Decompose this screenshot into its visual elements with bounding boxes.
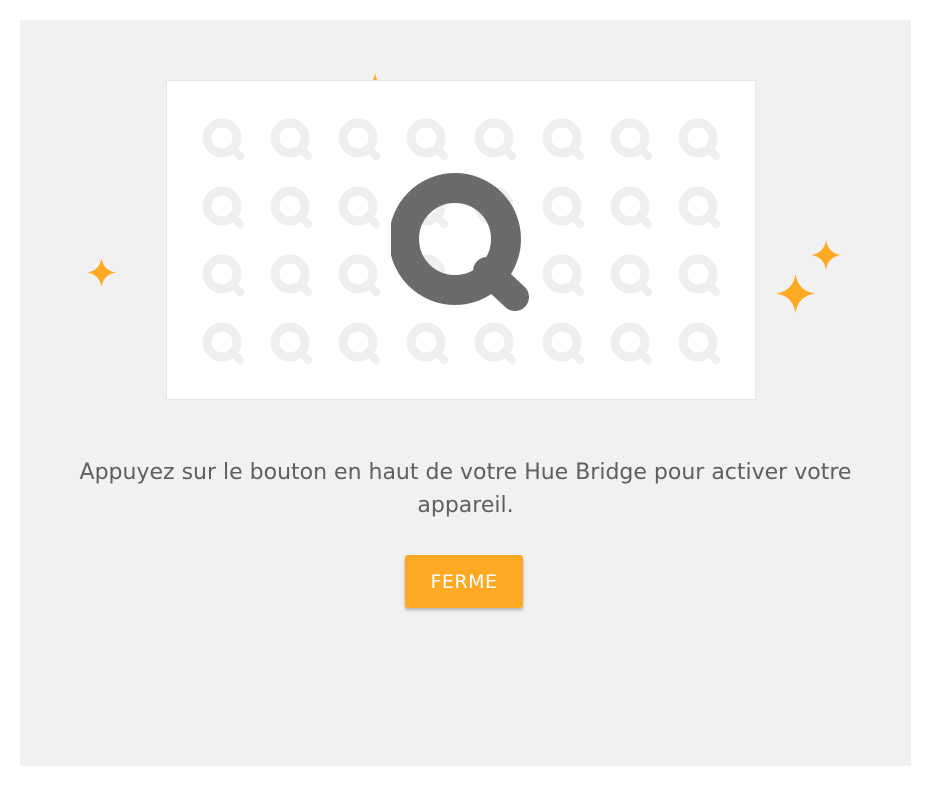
q-pattern-icon [542, 254, 584, 296]
q-pattern-icon [270, 254, 312, 296]
q-pattern-icon [202, 322, 244, 364]
dialog-panel: Appuyez sur le bouton en haut de votre H… [20, 20, 911, 766]
q-pattern-icon [542, 322, 584, 364]
q-pattern-icon [270, 186, 312, 228]
q-pattern-icon [270, 118, 312, 160]
instruction-message: Appuyez sur le bouton en haut de votre H… [79, 460, 852, 518]
bridge-q-icon [391, 173, 529, 311]
q-pattern-icon [678, 322, 720, 364]
q-pattern-icon [338, 118, 380, 160]
q-pattern-icon [202, 186, 244, 228]
q-pattern-icon [202, 118, 244, 160]
q-pattern-icon [610, 322, 652, 364]
q-pattern-icon [202, 254, 244, 296]
q-pattern-icon [678, 118, 720, 160]
bridge-illustration-card [166, 80, 756, 400]
sparkle-icon [87, 258, 116, 287]
q-pattern-icon [678, 186, 720, 228]
close-button[interactable]: FERME [405, 555, 523, 608]
q-pattern-icon [406, 118, 448, 160]
q-pattern-icon [474, 322, 516, 364]
q-pattern-icon [338, 186, 380, 228]
q-pattern-icon [610, 186, 652, 228]
q-pattern-icon [542, 186, 584, 228]
instruction-text: Appuyez sur le bouton en haut de votre H… [20, 456, 911, 522]
q-pattern-icon [610, 118, 652, 160]
q-pattern-icon [542, 118, 584, 160]
q-pattern-icon [338, 254, 380, 296]
q-pattern-icon [338, 322, 380, 364]
q-pattern-icon [474, 118, 516, 160]
q-pattern-icon [678, 254, 720, 296]
sparkle-icon [776, 274, 815, 313]
q-pattern-icon [406, 322, 448, 364]
q-pattern-icon [270, 322, 312, 364]
sparkle-icon [811, 240, 841, 270]
q-pattern-icon [610, 254, 652, 296]
